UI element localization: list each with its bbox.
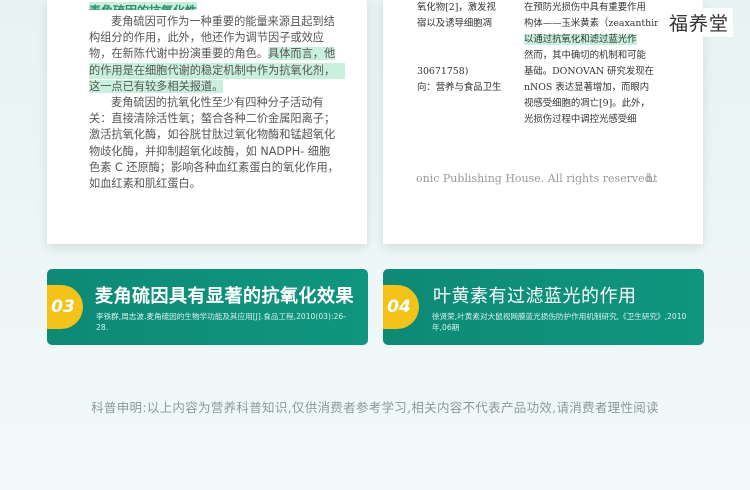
left-doc-line: 激活抗氧化酶，如谷胱甘肽过氧化物酶和锰超氧化 xyxy=(89,128,336,142)
left-doc-line-highlighted: 这一点已有较多相关报道。 xyxy=(89,79,224,93)
right-doc-line: 向：营养与食品卫生 xyxy=(417,82,502,93)
left-doc-line: 物歧化酶，并抑制超氧化歧酶，如 NADPH- 细胞 xyxy=(89,144,331,158)
left-doc-line-highlighted: 的作用是在细胞代谢的稳定机制中作为抗氧化剂， xyxy=(89,62,345,79)
right-doc-line: 然而，其中确切的机制和可能 xyxy=(524,50,646,61)
right-doc-line: 构体——玉米黄素（zeaxanthin xyxy=(524,18,658,29)
benefit-card-04: 04 叶黄素有过滤蓝光的作用 徐贤荣,叶黄素对大鼠视网膜蓝光损伤防护作用机制研究… xyxy=(383,269,704,345)
right-doc-footer-tail: ht xyxy=(646,172,658,185)
card-title: 叶黄素有过滤蓝光的作用 xyxy=(433,286,637,307)
left-doc-line: 麦角硫因可作为一种重要的能量来源且起到结 xyxy=(111,15,335,28)
left-doc-line: 关：直接清除活性氧；螯合各种二价金属阳离子； xyxy=(89,112,336,126)
card-number-badge: 03 xyxy=(47,285,83,329)
right-doc-line: 宿以及诱导细胞凋 xyxy=(417,18,493,29)
right-doc-line: 视感受细胞的凋亡[9]。此外， xyxy=(524,98,650,109)
brand-logo: 福养堂 xyxy=(665,8,734,37)
right-doc-line: 在预防光损伤中具有重要作用 xyxy=(524,2,646,13)
card-number-badge: 04 xyxy=(383,285,419,329)
card-title: 麦角硫因具有显著的抗氧化效果 xyxy=(95,286,354,307)
left-doc-line: 色素 C 还原酶；影响各种血红素蛋白的氧化作用， xyxy=(89,160,339,174)
left-document-excerpt: 麦角硫因的抗氧化性 麦角硫因可作为一种重要的能量来源且起到结 构组分的作用，此外… xyxy=(47,0,367,244)
card-reference: 李铁群,周志波.麦角硫因的生物学功能及其应用[J].食品工程,2010(03):… xyxy=(96,312,346,332)
right-doc-column-right: 在预防光损伤中具有重要作用 构体——玉米黄素（zeaxanthin 以通过抗氧化… xyxy=(524,0,658,128)
left-doc-heading: 麦角硫因的抗氧化性 xyxy=(89,0,345,10)
right-doc-line-highlighted: 以通过抗氧化和滤过蓝光作 xyxy=(524,34,637,45)
left-doc-line: 物，在新陈代谢中扮演重要的角色。具体而言，他 xyxy=(89,47,336,61)
right-doc-footer: onic Publishing House. All rights reserv… xyxy=(416,172,656,185)
right-document-excerpt: 氧化物[2]，激发视 宿以及诱导细胞凋 30671758) 向：营养与食品卫生 … xyxy=(383,0,703,244)
card-reference: 徐贤荣,叶黄素对大鼠视网膜蓝光损伤防护作用机制研究,《卫生研究》,2010年,0… xyxy=(432,312,687,332)
right-doc-line: 基础。DONOVAN 研究发现在 xyxy=(524,66,655,77)
right-doc-line: nNOS 表达显著增加，而眼内 xyxy=(524,82,650,93)
left-doc-line: 如血红素和肌红蛋白。 xyxy=(89,177,201,191)
right-doc-line xyxy=(417,32,535,48)
right-doc-line xyxy=(417,48,535,64)
left-doc-line: 构组分的作用，此外，他还作为调节因子或效应 xyxy=(89,31,324,45)
left-doc-line: 麦角硫因的抗氧化性至少有四种分子活动有 xyxy=(111,96,324,110)
right-doc-column-left: 氧化物[2]，激发视 宿以及诱导细胞凋 30671758) 向：营养与食品卫生 xyxy=(417,0,535,96)
disclaimer-text: 科普申明:以上内容为营养科普知识,仅供消费者参考学习,相关内容不代表产品功效,请… xyxy=(91,400,659,415)
right-doc-line: 氧化物[2]，激发视 xyxy=(417,2,496,13)
right-doc-line: 光损伤过程中调控光感受细 xyxy=(524,114,637,125)
right-doc-line: 30671758) xyxy=(417,66,469,77)
benefit-card-03: 03 麦角硫因具有显著的抗氧化效果 李铁群,周志波.麦角硫因的生物学功能及其应用… xyxy=(47,269,368,345)
highlighted-phrase: 具体而言，他 xyxy=(268,47,336,61)
